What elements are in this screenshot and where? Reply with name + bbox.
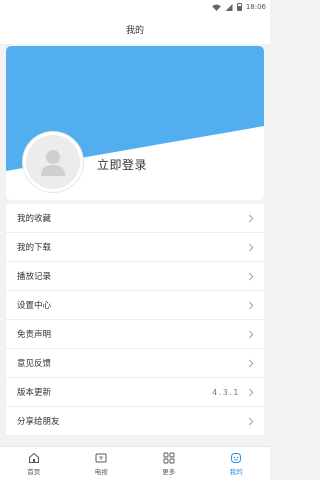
menu-item-label: 意见反馈 [17,359,52,369]
home-icon [28,452,39,463]
tab-label: 电视 [94,467,108,476]
menu-item-history[interactable]: 播放记录 [6,262,264,291]
page-title-bar: 我的 [0,14,270,44]
menu-item-label: 播放记录 [17,272,52,282]
chevron-right-icon [248,388,254,396]
wifi-icon [211,3,221,11]
chevron-right-icon [248,417,254,425]
menu-item-label: 免责声明 [17,330,52,340]
menu-item-downloads[interactable]: 我的下载 [6,233,264,262]
status-bar: 18:06 [0,0,270,14]
signal-icon [225,3,233,11]
menu-item-version-update[interactable]: 版本更新 4.3.1 [6,378,264,407]
settings-menu: 我的收藏 我的下载 播放记录 设置中心 免责声明 意见反馈 版本更新 4.3.1… [6,204,264,436]
menu-item-favorites[interactable]: 我的收藏 [6,204,264,233]
menu-item-feedback[interactable]: 意见反馈 [6,349,264,378]
status-time: 18:06 [245,3,266,11]
tab-label: 首页 [27,467,41,476]
grid-icon [163,452,175,463]
chevron-right-icon [248,214,254,222]
version-number: 4.3.1 [212,387,240,397]
tab-tv[interactable]: 电视 [68,447,136,480]
chevron-right-icon [248,359,254,367]
menu-item-label: 分享给朋友 [17,417,60,427]
menu-item-label: 我的下载 [17,243,52,253]
login-link[interactable]: 立即登录 [97,156,147,173]
tab-home[interactable]: 首页 [0,447,68,480]
menu-item-settings[interactable]: 设置中心 [6,291,264,320]
chevron-right-icon [248,330,254,338]
tv-icon [95,453,107,462]
user-silhouette-icon [41,150,65,176]
chevron-right-icon [248,272,254,280]
menu-item-label: 版本更新 [17,388,52,398]
tab-label: 我的 [229,467,243,476]
menu-item-share[interactable]: 分享给朋友 [6,407,264,436]
menu-item-label: 设置中心 [17,301,52,311]
profile-face-icon [231,452,242,463]
tab-profile[interactable]: 我的 [203,447,271,480]
menu-item-label: 我的收藏 [17,214,52,224]
chevron-right-icon [248,243,254,251]
chevron-right-icon [248,301,254,309]
battery-icon [236,3,242,11]
profile-card[interactable]: 立即登录 [6,46,264,200]
tab-label: 更多 [162,467,176,476]
bottom-tab-bar: 首页 电视 更多 我的 [0,446,270,480]
page-title: 我的 [125,25,144,36]
avatar[interactable] [23,132,83,192]
menu-item-disclaimer[interactable]: 免责声明 [6,320,264,349]
tab-more[interactable]: 更多 [135,447,203,480]
